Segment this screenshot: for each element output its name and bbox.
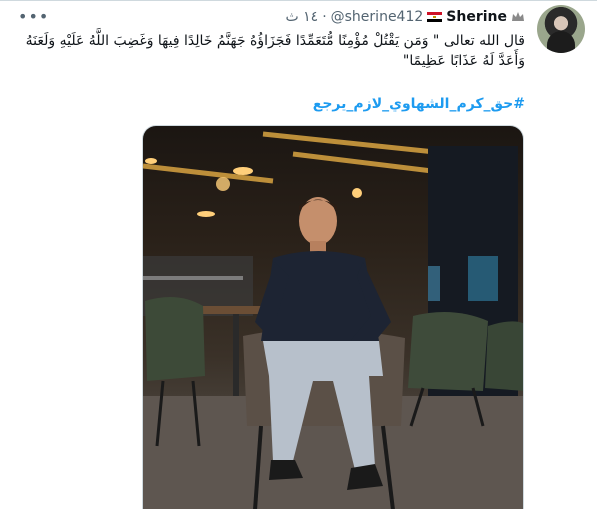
- more-options-icon[interactable]: •••: [18, 7, 49, 26]
- crown-icon: [511, 11, 525, 23]
- crown-icon-svg: [512, 12, 524, 21]
- tweet-header: Sherine @sherine412 · ١٤ ث: [286, 7, 526, 27]
- ceiling-slats: [143, 131, 474, 184]
- tweet-time[interactable]: ١٤ ث: [286, 9, 319, 25]
- separator-dot: ·: [322, 9, 327, 25]
- tweet[interactable]: ••• Sherine @sherine412 · ١٤ ث قال الله …: [0, 0, 597, 509]
- green-chair-far: [485, 321, 523, 391]
- screen-glow: [468, 256, 498, 301]
- green-chair-left: [145, 297, 205, 381]
- tweet-text: قال الله تعالى " وَمَن يَقْتُلْ مُؤْمِنً…: [25, 33, 525, 69]
- egypt-flag-icon: [427, 12, 443, 22]
- screen-glow-2: [428, 266, 440, 301]
- shelf: [143, 276, 243, 280]
- hashtag-link[interactable]: #حق_كرم_الشهاوي_لازم_يرجع: [313, 94, 525, 114]
- avatar-figure: [547, 31, 575, 53]
- author-name[interactable]: Sherine: [446, 9, 507, 25]
- green-chair-right: [408, 312, 488, 391]
- tweet-photo[interactable]: [142, 125, 524, 509]
- author-handle[interactable]: @sherine412: [331, 9, 424, 25]
- photo-scene: [143, 131, 523, 509]
- avatar[interactable]: [537, 5, 585, 53]
